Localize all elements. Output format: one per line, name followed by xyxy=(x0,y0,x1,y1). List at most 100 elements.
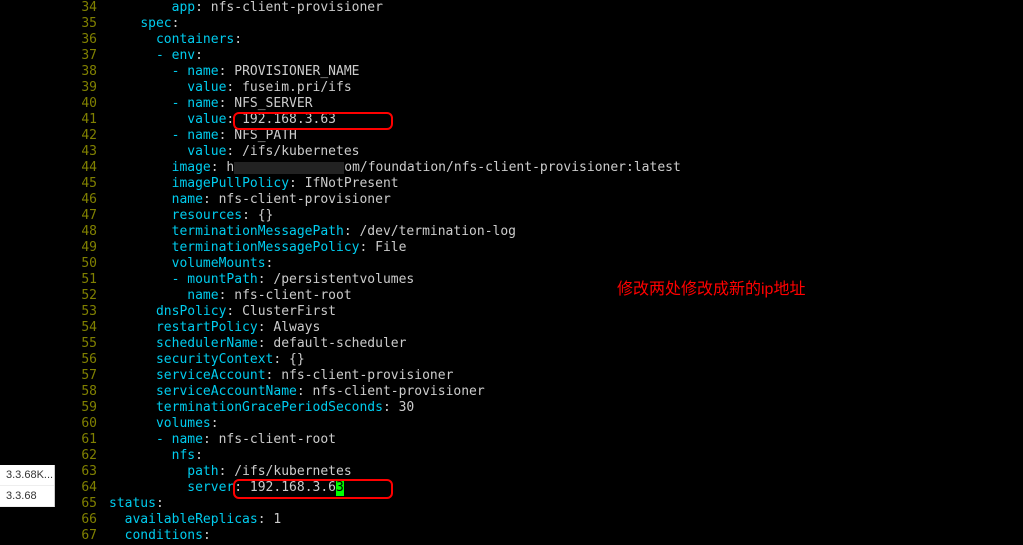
sidebar-item[interactable]: 3.3.68 xyxy=(0,486,54,507)
code-content[interactable]: serviceAccount: nfs-client-provisioner xyxy=(109,368,453,384)
code-content[interactable]: schedulerName: default-scheduler xyxy=(109,336,406,352)
code-line[interactable]: 51 - mountPath: /persistentvolumes xyxy=(57,272,1023,288)
code-content[interactable]: server: 192.168.3.63 xyxy=(109,480,344,496)
line-number: 56 xyxy=(57,352,109,368)
line-number: 38 xyxy=(57,64,109,80)
code-line[interactable]: 58 serviceAccountName: nfs-client-provis… xyxy=(57,384,1023,400)
code-content[interactable]: name: nfs-client-provisioner xyxy=(109,192,391,208)
code-content[interactable]: - name: PROVISIONER_NAME xyxy=(109,64,359,80)
code-content[interactable]: value: /ifs/kubernetes xyxy=(109,144,359,160)
code-content[interactable]: containers: xyxy=(109,32,242,48)
code-line[interactable]: 35 spec: xyxy=(57,16,1023,32)
code-line[interactable]: 52 name: nfs-client-root xyxy=(57,288,1023,304)
code-editor[interactable]: 34 app: nfs-client-provisioner35 spec:36… xyxy=(57,0,1023,545)
code-line[interactable]: 40 - name: NFS_SERVER xyxy=(57,96,1023,112)
code-content[interactable]: volumeMounts: xyxy=(109,256,273,272)
redacted-text xyxy=(234,162,344,174)
code-content[interactable]: - mountPath: /persistentvolumes xyxy=(109,272,414,288)
line-number: 41 xyxy=(57,112,109,128)
code-line[interactable]: 64 server: 192.168.3.63 xyxy=(57,480,1023,496)
line-number: 45 xyxy=(57,176,109,192)
code-line[interactable]: 50 volumeMounts: xyxy=(57,256,1023,272)
code-line[interactable]: 45 imagePullPolicy: IfNotPresent xyxy=(57,176,1023,192)
code-line[interactable]: 38 - name: PROVISIONER_NAME xyxy=(57,64,1023,80)
code-content[interactable]: status: xyxy=(109,496,164,512)
code-line[interactable]: 66 availableReplicas: 1 xyxy=(57,512,1023,528)
code-line[interactable]: 48 terminationMessagePath: /dev/terminat… xyxy=(57,224,1023,240)
code-content[interactable]: terminationGracePeriodSeconds: 30 xyxy=(109,400,414,416)
line-number: 50 xyxy=(57,256,109,272)
code-content[interactable]: nfs: xyxy=(109,448,203,464)
code-content[interactable]: image: hom/foundation/nfs-client-provisi… xyxy=(109,160,681,176)
code-line[interactable]: 36 containers: xyxy=(57,32,1023,48)
code-content[interactable]: resources: {} xyxy=(109,208,273,224)
code-line[interactable]: 53 dnsPolicy: ClusterFirst xyxy=(57,304,1023,320)
code-line[interactable]: 43 value: /ifs/kubernetes xyxy=(57,144,1023,160)
line-number: 67 xyxy=(57,528,109,544)
line-number: 64 xyxy=(57,480,109,496)
line-number: 62 xyxy=(57,448,109,464)
code-content[interactable]: - name: NFS_PATH xyxy=(109,128,297,144)
code-line[interactable]: 56 securityContext: {} xyxy=(57,352,1023,368)
code-content[interactable]: path: /ifs/kubernetes xyxy=(109,464,352,480)
code-line[interactable]: 49 terminationMessagePolicy: File xyxy=(57,240,1023,256)
line-number: 49 xyxy=(57,240,109,256)
code-line[interactable]: 65status: xyxy=(57,496,1023,512)
file-sidebar[interactable]: 3.3.68K... 3.3.68 xyxy=(0,465,55,507)
code-content[interactable]: spec: xyxy=(109,16,179,32)
line-number: 42 xyxy=(57,128,109,144)
code-line[interactable]: 55 schedulerName: default-scheduler xyxy=(57,336,1023,352)
line-number: 66 xyxy=(57,512,109,528)
code-line[interactable]: 60 volumes: xyxy=(57,416,1023,432)
code-content[interactable]: - name: NFS_SERVER xyxy=(109,96,313,112)
sidebar-item[interactable]: 3.3.68K... xyxy=(0,465,54,486)
code-line[interactable]: 57 serviceAccount: nfs-client-provisione… xyxy=(57,368,1023,384)
code-content[interactable]: conditions: xyxy=(109,528,211,544)
code-content[interactable]: app: nfs-client-provisioner xyxy=(109,0,383,16)
code-content[interactable]: value: 192.168.3.63 xyxy=(109,112,336,128)
code-content[interactable]: terminationMessagePath: /dev/termination… xyxy=(109,224,516,240)
code-line[interactable]: 42 - name: NFS_PATH xyxy=(57,128,1023,144)
line-number: 60 xyxy=(57,416,109,432)
code-line[interactable]: 67 conditions: xyxy=(57,528,1023,544)
line-number: 57 xyxy=(57,368,109,384)
line-number: 43 xyxy=(57,144,109,160)
line-number: 51 xyxy=(57,272,109,288)
annotation-text: 修改两处修改成新的ip地址 xyxy=(617,275,805,299)
code-line[interactable]: 62 nfs: xyxy=(57,448,1023,464)
code-content[interactable]: - name: nfs-client-root xyxy=(109,432,336,448)
code-content[interactable]: terminationMessagePolicy: File xyxy=(109,240,406,256)
line-number: 61 xyxy=(57,432,109,448)
line-number: 55 xyxy=(57,336,109,352)
line-number: 36 xyxy=(57,32,109,48)
cursor: 3 xyxy=(336,480,344,496)
line-number: 59 xyxy=(57,400,109,416)
code-line[interactable]: 34 app: nfs-client-provisioner xyxy=(57,0,1023,16)
line-number: 58 xyxy=(57,384,109,400)
code-line[interactable]: 47 resources: {} xyxy=(57,208,1023,224)
line-number: 47 xyxy=(57,208,109,224)
code-line[interactable]: 46 name: nfs-client-provisioner xyxy=(57,192,1023,208)
line-number: 52 xyxy=(57,288,109,304)
code-content[interactable]: value: fuseim.pri/ifs xyxy=(109,80,352,96)
code-content[interactable]: serviceAccountName: nfs-client-provision… xyxy=(109,384,485,400)
code-line[interactable]: 44 image: hom/foundation/nfs-client-prov… xyxy=(57,160,1023,176)
code-line[interactable]: 54 restartPolicy: Always xyxy=(57,320,1023,336)
code-content[interactable]: dnsPolicy: ClusterFirst xyxy=(109,304,336,320)
line-number: 48 xyxy=(57,224,109,240)
code-content[interactable]: - env: xyxy=(109,48,203,64)
code-line[interactable]: 41 value: 192.168.3.63 xyxy=(57,112,1023,128)
code-content[interactable]: imagePullPolicy: IfNotPresent xyxy=(109,176,399,192)
code-content[interactable]: securityContext: {} xyxy=(109,352,305,368)
code-content[interactable]: availableReplicas: 1 xyxy=(109,512,281,528)
code-line[interactable]: 39 value: fuseim.pri/ifs xyxy=(57,80,1023,96)
code-content[interactable]: name: nfs-client-root xyxy=(109,288,352,304)
code-content[interactable]: volumes: xyxy=(109,416,219,432)
code-line[interactable]: 37 - env: xyxy=(57,48,1023,64)
line-number: 39 xyxy=(57,80,109,96)
code-line[interactable]: 61 - name: nfs-client-root xyxy=(57,432,1023,448)
line-number: 35 xyxy=(57,16,109,32)
code-content[interactable]: restartPolicy: Always xyxy=(109,320,320,336)
code-line[interactable]: 59 terminationGracePeriodSeconds: 30 xyxy=(57,400,1023,416)
code-line[interactable]: 63 path: /ifs/kubernetes xyxy=(57,464,1023,480)
